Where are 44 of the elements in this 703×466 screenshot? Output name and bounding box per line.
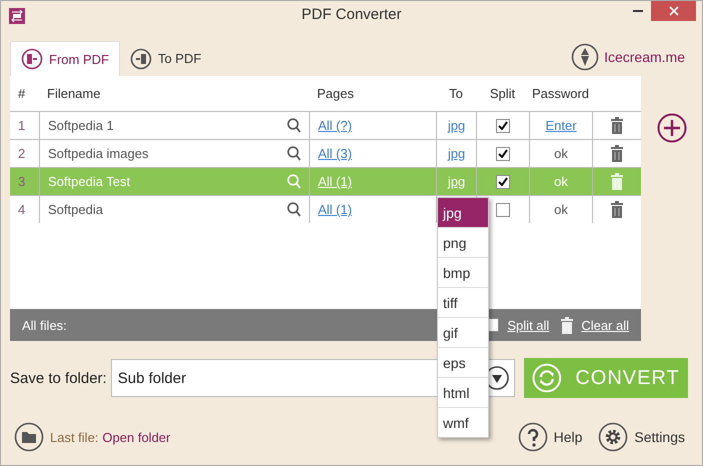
row-number: 3 [18,174,26,189]
format-option[interactable]: eps [438,347,488,377]
column-header: To [448,85,464,103]
pages-link[interactable]: All (1) [318,202,352,217]
row-number: 4 [18,202,26,217]
website-link[interactable]: Icecream.me [604,48,685,64]
column-header: Password [530,85,590,103]
column-header: Split [488,85,516,103]
help-button[interactable]: Help [518,422,582,452]
row-number: 2 [18,146,26,161]
all-files-label: All files: [22,318,67,332]
window-title: PDF Converter [301,6,402,23]
format-option[interactable]: tiff [438,287,488,317]
file-name: Softpedia [48,202,103,217]
password-link[interactable]: Enter [545,118,577,133]
format-link[interactable]: jpg [448,118,466,133]
tab[interactable]: From PDF [10,41,120,76]
format-option[interactable]: gif [438,317,488,347]
password-status: ok [554,146,568,161]
tab[interactable]: To PDF [120,41,212,76]
settings-button[interactable]: Settings [598,422,685,452]
save-folder-label: Save to folder: [10,370,107,386]
file-name: Softpedia images [48,146,148,161]
password-status: ok [554,202,568,217]
file-name: Softpedia Test [48,174,130,189]
pages-link[interactable]: All (3) [318,146,352,161]
format-option[interactable]: bmp [438,257,488,287]
password-status: ok [554,174,568,189]
format-link[interactable]: jpg [448,146,466,161]
column-header: Filename [46,85,102,103]
last-file-label: Last file: [50,430,98,444]
pages-link[interactable]: All (?) [318,118,352,133]
format-option[interactable]: png [438,227,488,257]
split-all-link[interactable]: Split all [507,318,550,332]
file-name: Softpedia 1 [48,118,114,133]
format-option[interactable]: html [438,377,488,407]
column-header: # [17,85,26,103]
row-number: 1 [18,118,26,133]
format-option[interactable]: wmf [438,407,488,437]
clear-all-link[interactable]: Clear all [581,318,629,332]
format-option[interactable]: jpg [438,198,488,227]
file-row[interactable]: 1 Softpedia 1 All (?) jpg Enter [10,111,641,139]
column-header: Pages [316,85,355,103]
open-folder-link[interactable]: Open folder [102,430,170,444]
